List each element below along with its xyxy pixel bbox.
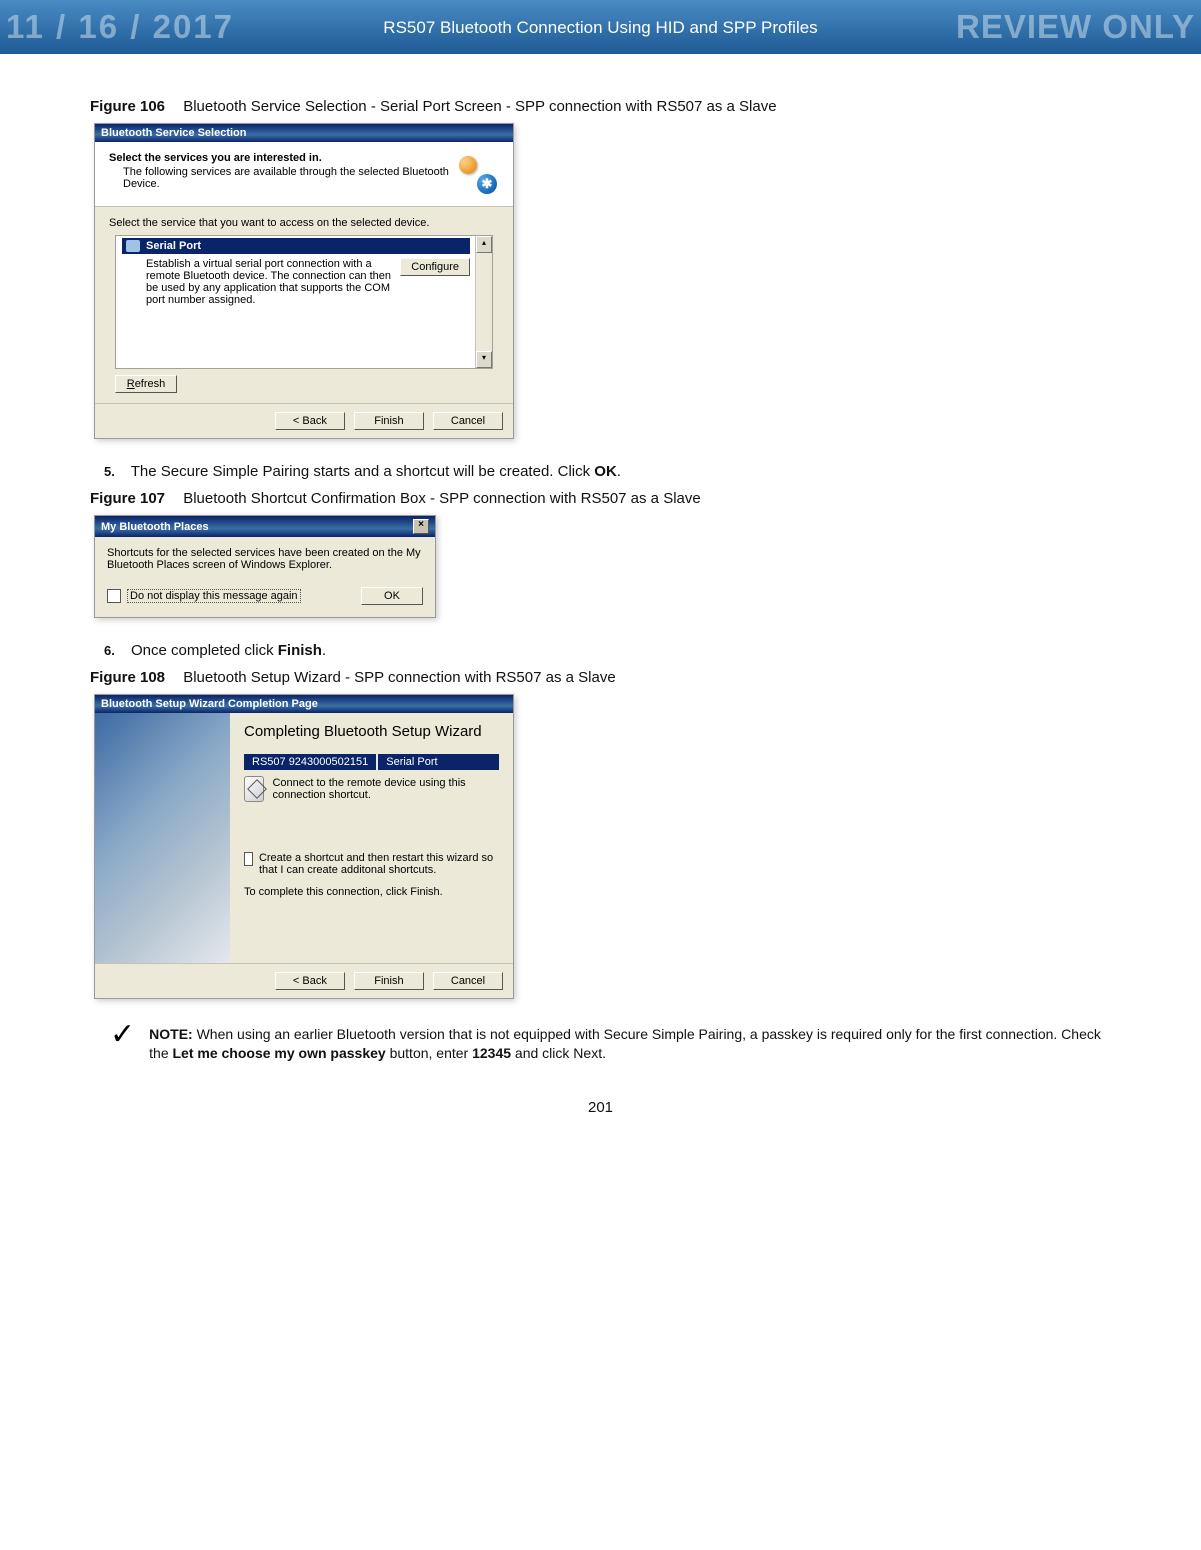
wizard-complete-title: Completing Bluetooth Setup Wizard [244,723,499,740]
checkbox-restart-label: Create a shortcut and then restart this … [259,852,499,876]
service-list[interactable]: Serial Port Establish a virtual serial p… [115,235,493,369]
shortcut-note: Connect to the remote device using this … [272,777,499,801]
finish-instruction: To complete this connection, click Finis… [244,886,499,898]
figure-106-label: Figure 106 [90,98,165,115]
back-button-3[interactable]: < Back [275,972,345,990]
dialog1-head-bold: Select the services you are interested i… [109,152,455,164]
page-number: 201 [90,1099,1111,1136]
service-description: Establish a virtual serial port connecti… [146,258,392,306]
step-5: 5. The Secure Simple Pairing starts and … [104,463,1111,480]
checkbox-restart-wizard[interactable] [244,852,253,866]
dialog2-title: My Bluetooth Places [101,521,209,533]
figure-107-text: Bluetooth Shortcut Confirmation Box - SP… [183,490,701,507]
serial-port-icon [126,240,140,252]
refresh-button[interactable]: RRefreshefresh [115,375,177,393]
service-serial-port[interactable]: Serial Port [122,238,470,254]
dialog1-instruction: Select the service that you want to acce… [109,217,499,229]
device-service: Serial Port [378,754,445,770]
header-title: RS507 Bluetooth Connection Using HID and… [383,1,817,55]
dialog1-titlebar: Bluetooth Service Selection [95,124,513,142]
figure-107-label: Figure 107 [90,490,165,507]
back-button-1[interactable]: < Back [275,412,345,430]
bluetooth-service-selection-dialog: Bluetooth Service Selection Select the s… [94,123,514,439]
my-bluetooth-places-dialog: My Bluetooth Places × Shortcuts for the … [94,515,436,618]
review-stamp: REVIEW ONLY [956,0,1201,54]
checkbox-dont-show[interactable] [107,589,121,603]
finish-button-3[interactable]: Finish [354,972,424,990]
dialog2-message: Shortcuts for the selected services have… [95,537,435,581]
figure-106-caption: Figure 106 Bluetooth Service Selection -… [90,98,1111,115]
finish-button-1[interactable]: Finish [354,412,424,430]
note-label: NOTE: [149,1026,193,1042]
figure-106-text: Bluetooth Service Selection - Serial Por… [183,98,776,115]
dialog1-head-sub: The following services are available thr… [109,166,455,190]
checkmark-icon: ✓ [110,1025,135,1045]
configure-button[interactable]: Configure [400,258,470,276]
cancel-button-1[interactable]: Cancel [433,412,503,430]
bluetooth-icon: ✱ [455,152,497,194]
bluetooth-setup-wizard-dialog: Bluetooth Setup Wizard Completion Page C… [94,694,514,999]
figure-108-text: Bluetooth Setup Wizard - SPP connection … [183,669,615,686]
wizard-side-image [95,713,230,963]
scroll-down-button[interactable]: ▾ [476,351,492,368]
date-stamp: 11 / 16 / 2017 [0,0,234,54]
dialog3-title: Bluetooth Setup Wizard Completion Page [101,698,318,710]
scroll-up-button[interactable]: ▴ [476,236,492,253]
device-id: RS507 9243000502151 [244,754,378,770]
figure-107-caption: Figure 107 Bluetooth Shortcut Confirmati… [90,490,1111,507]
step-6: 6. Once completed click Finish. [104,642,1111,659]
ok-button[interactable]: OK [361,587,423,605]
page-header: 11 / 16 / 2017 RS507 Bluetooth Connectio… [0,0,1201,54]
figure-108-caption: Figure 108 Bluetooth Setup Wizard - SPP … [90,669,1111,686]
dialog1-title: Bluetooth Service Selection [101,127,246,139]
connection-icon [244,776,264,802]
dialog3-titlebar: Bluetooth Setup Wizard Completion Page [95,695,513,713]
note-block: ✓ NOTE: When using an earlier Bluetooth … [90,1025,1111,1063]
dialog2-titlebar: My Bluetooth Places × [95,516,435,537]
checkbox-label-dont-show[interactable]: Do not display this message again [127,589,301,603]
cancel-button-3[interactable]: Cancel [433,972,503,990]
figure-108-label: Figure 108 [90,669,165,686]
service-title-text: Serial Port [146,240,201,252]
device-entry[interactable]: RS507 9243000502151 Serial Port [244,754,499,770]
close-icon[interactable]: × [413,519,429,534]
